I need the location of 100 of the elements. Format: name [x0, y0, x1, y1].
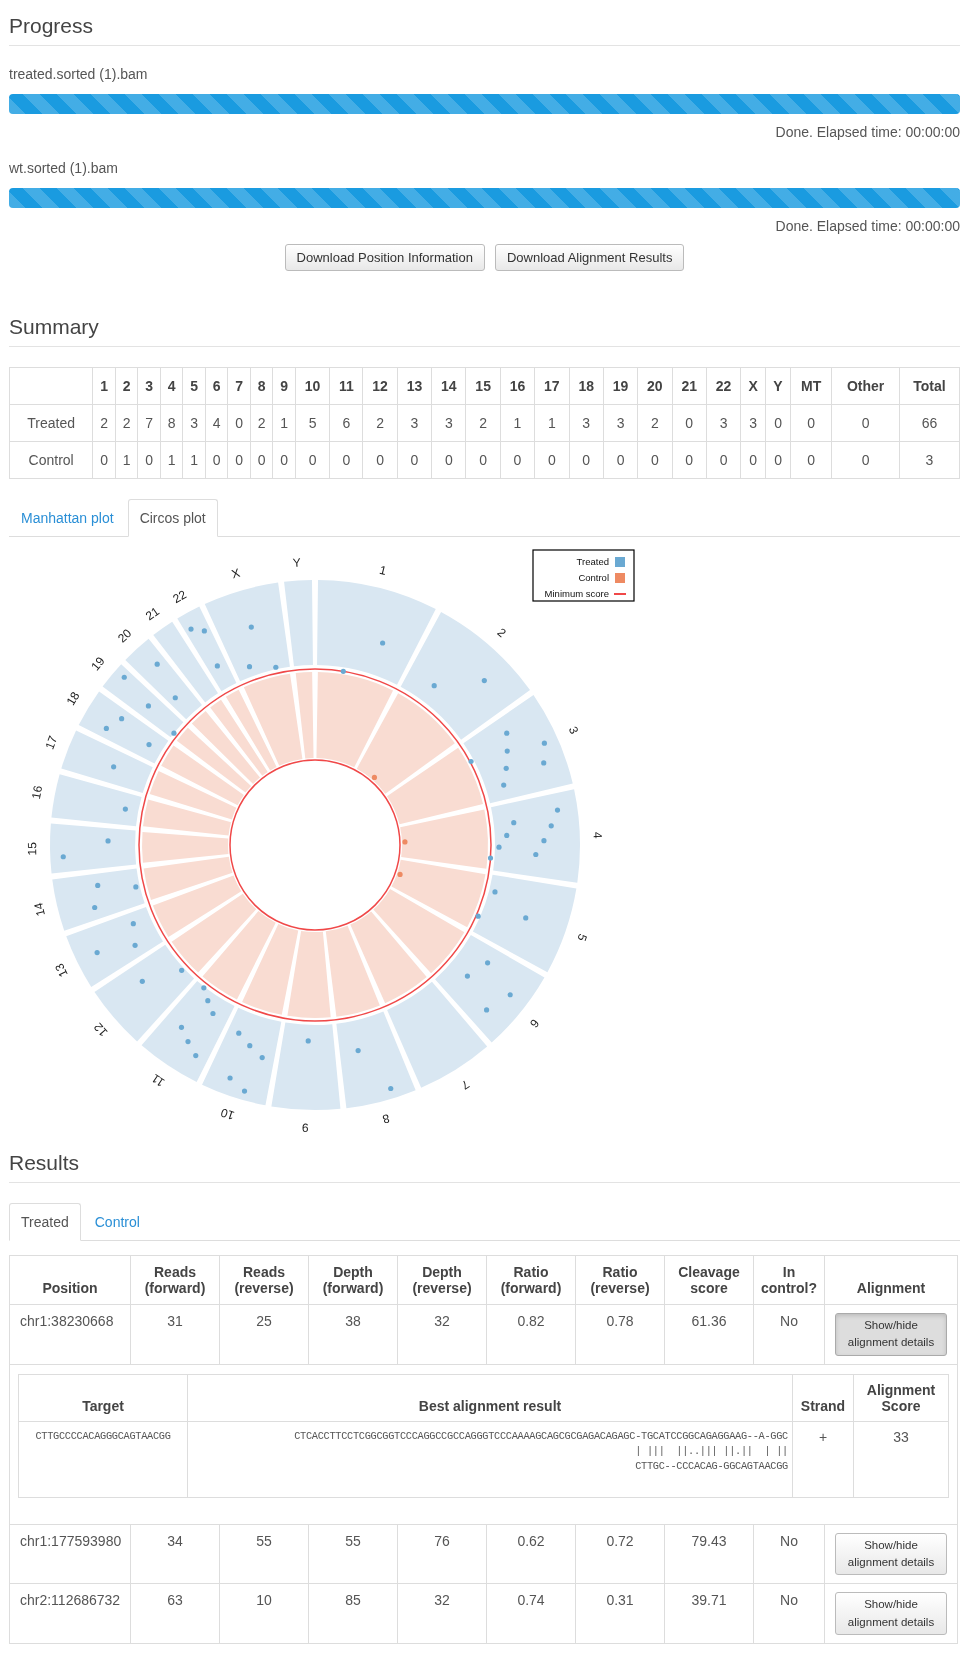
- table-cell: 0: [831, 404, 900, 442]
- column-header: 5: [182, 367, 206, 405]
- control-point: [397, 871, 403, 878]
- table-cell: 0: [672, 441, 707, 479]
- table-cell: 0: [431, 441, 466, 479]
- results-tab[interactable]: Treated: [9, 1203, 81, 1241]
- toggle-details-button[interactable]: Show/hide alignment details: [835, 1313, 947, 1356]
- control-point: [402, 839, 408, 845]
- section-heading: Results: [9, 1147, 960, 1183]
- table-cell: 1: [272, 404, 296, 442]
- table-cell: 0: [790, 441, 832, 479]
- row-label: Control: [9, 441, 93, 479]
- table-cell: 3: [182, 404, 206, 442]
- table-cell: 4: [205, 404, 228, 442]
- table-cell: 0: [637, 441, 673, 479]
- column-header: 19: [603, 367, 638, 405]
- table-cell: 0.62: [486, 1524, 576, 1584]
- column-header: 11: [329, 367, 363, 405]
- table-cell: 0: [765, 404, 791, 442]
- column-header: Target: [18, 1374, 188, 1421]
- column-header: 8: [250, 367, 273, 405]
- table-cell: 0: [329, 441, 363, 479]
- table-cell: 2: [250, 404, 273, 442]
- chromosome-label: 20: [115, 626, 135, 646]
- download-button[interactable]: Download Position Information: [284, 244, 485, 271]
- table-cell: 1: [115, 441, 138, 479]
- column-header: Alignment Score: [853, 1374, 949, 1421]
- alignment-text: CTCACCTTCCTCGGCGGTCCCAGGCCGCCAGGGTCCCAAAAGCAGCGCGAGACAGAGC-TGCATCCGGCAGAGGAAG--A-GGC | ||| ||..||| ||.|| | || CTTGC--CCCACAG-GGCAGTAACGG: [187, 1421, 793, 1498]
- table-cell: 3: [603, 404, 638, 442]
- column-header: 9: [272, 367, 296, 405]
- chromosome-label: 6: [526, 1016, 543, 1031]
- plot-tab[interactable]: Circos plot: [127, 499, 218, 537]
- column-header: Cleavage score: [664, 1255, 754, 1305]
- status-text: Done. Elapsed time: 00:00:00: [775, 124, 960, 140]
- table-cell: No: [753, 1583, 825, 1644]
- table-cell: 2: [115, 404, 138, 442]
- legend-label: Treated: [576, 555, 609, 567]
- control-point: [371, 774, 378, 780]
- column-header: In control?: [753, 1255, 825, 1305]
- column-header: 16: [500, 367, 535, 405]
- table-cell: 0: [672, 404, 707, 442]
- chromosome-label: 10: [219, 1105, 237, 1123]
- table-cell: 7: [137, 404, 161, 442]
- chromosome-label: 15: [25, 842, 40, 856]
- table-cell: 1: [534, 404, 569, 442]
- column-header: 14: [431, 367, 466, 405]
- column-header: 17: [534, 367, 569, 405]
- column-header: Ratio (reverse): [575, 1255, 665, 1305]
- results-tab[interactable]: Control: [82, 1203, 152, 1241]
- toggle-details-button[interactable]: Show/hide alignment details: [835, 1532, 947, 1576]
- table-cell: No: [753, 1304, 825, 1364]
- column-header: 12: [362, 367, 398, 405]
- plot-tab[interactable]: Manhattan plot: [9, 499, 126, 537]
- table-cell: 1: [500, 404, 535, 442]
- legend-label: Control: [578, 571, 609, 583]
- chromosome-label: 2: [494, 625, 509, 641]
- chromosome-label: 13: [52, 961, 71, 980]
- table-cell: 76: [397, 1524, 487, 1584]
- column-header: Best alignment result: [187, 1374, 793, 1421]
- table-cell: 0: [362, 441, 398, 479]
- chromosome-label: 9: [301, 1120, 309, 1135]
- table-cell: 0: [740, 441, 766, 479]
- chromosome-label: 11: [149, 1071, 168, 1090]
- column-header: 1: [92, 367, 116, 405]
- download-button[interactable]: Download Alignment Results: [494, 244, 685, 271]
- table-cell: No: [753, 1524, 825, 1584]
- column-header: 15: [466, 367, 501, 405]
- table-cell: 6: [329, 404, 363, 442]
- chromosome-label: 8: [381, 1111, 392, 1127]
- table-cell: 34: [130, 1524, 220, 1584]
- table-cell: 3: [397, 404, 432, 442]
- section-heading: Progress: [9, 10, 960, 46]
- table-cell: 0: [205, 441, 228, 479]
- target-sequence: CTTGCCCCACAGGGCAGTAACGG: [18, 1421, 188, 1498]
- table-cell: 10: [219, 1583, 309, 1644]
- table-cell: 0: [466, 441, 501, 479]
- table-cell: 38: [308, 1304, 398, 1364]
- table-cell: 61.36: [664, 1304, 754, 1364]
- table-cell: 0: [397, 441, 432, 479]
- file-name: wt.sorted (1).bam: [9, 160, 119, 176]
- table-cell: 3: [706, 404, 741, 442]
- column-header: Reads (reverse): [219, 1255, 309, 1305]
- table-cell: 0: [706, 441, 741, 479]
- chromosome-label: 3: [565, 724, 582, 737]
- table-cell: 0: [603, 441, 638, 479]
- file-name: treated.sorted (1).bam: [9, 66, 149, 82]
- column-header: 22: [706, 367, 741, 405]
- status-text: Done. Elapsed time: 00:00:00: [775, 218, 960, 234]
- table-cell: 25: [219, 1304, 309, 1364]
- column-header: 18: [569, 367, 604, 405]
- column-header: 7: [227, 367, 251, 405]
- table-cell: 0: [250, 441, 273, 479]
- column-header: MT: [790, 367, 832, 405]
- table-cell: 0: [765, 441, 791, 479]
- chromosome-label: 5: [574, 932, 590, 943]
- toggle-details-button[interactable]: Show/hide alignment details: [835, 1592, 947, 1635]
- table-cell: 5: [295, 404, 330, 442]
- table-cell: 85: [308, 1583, 398, 1644]
- column-header: Position: [9, 1255, 131, 1305]
- table-cell: 2: [362, 404, 398, 442]
